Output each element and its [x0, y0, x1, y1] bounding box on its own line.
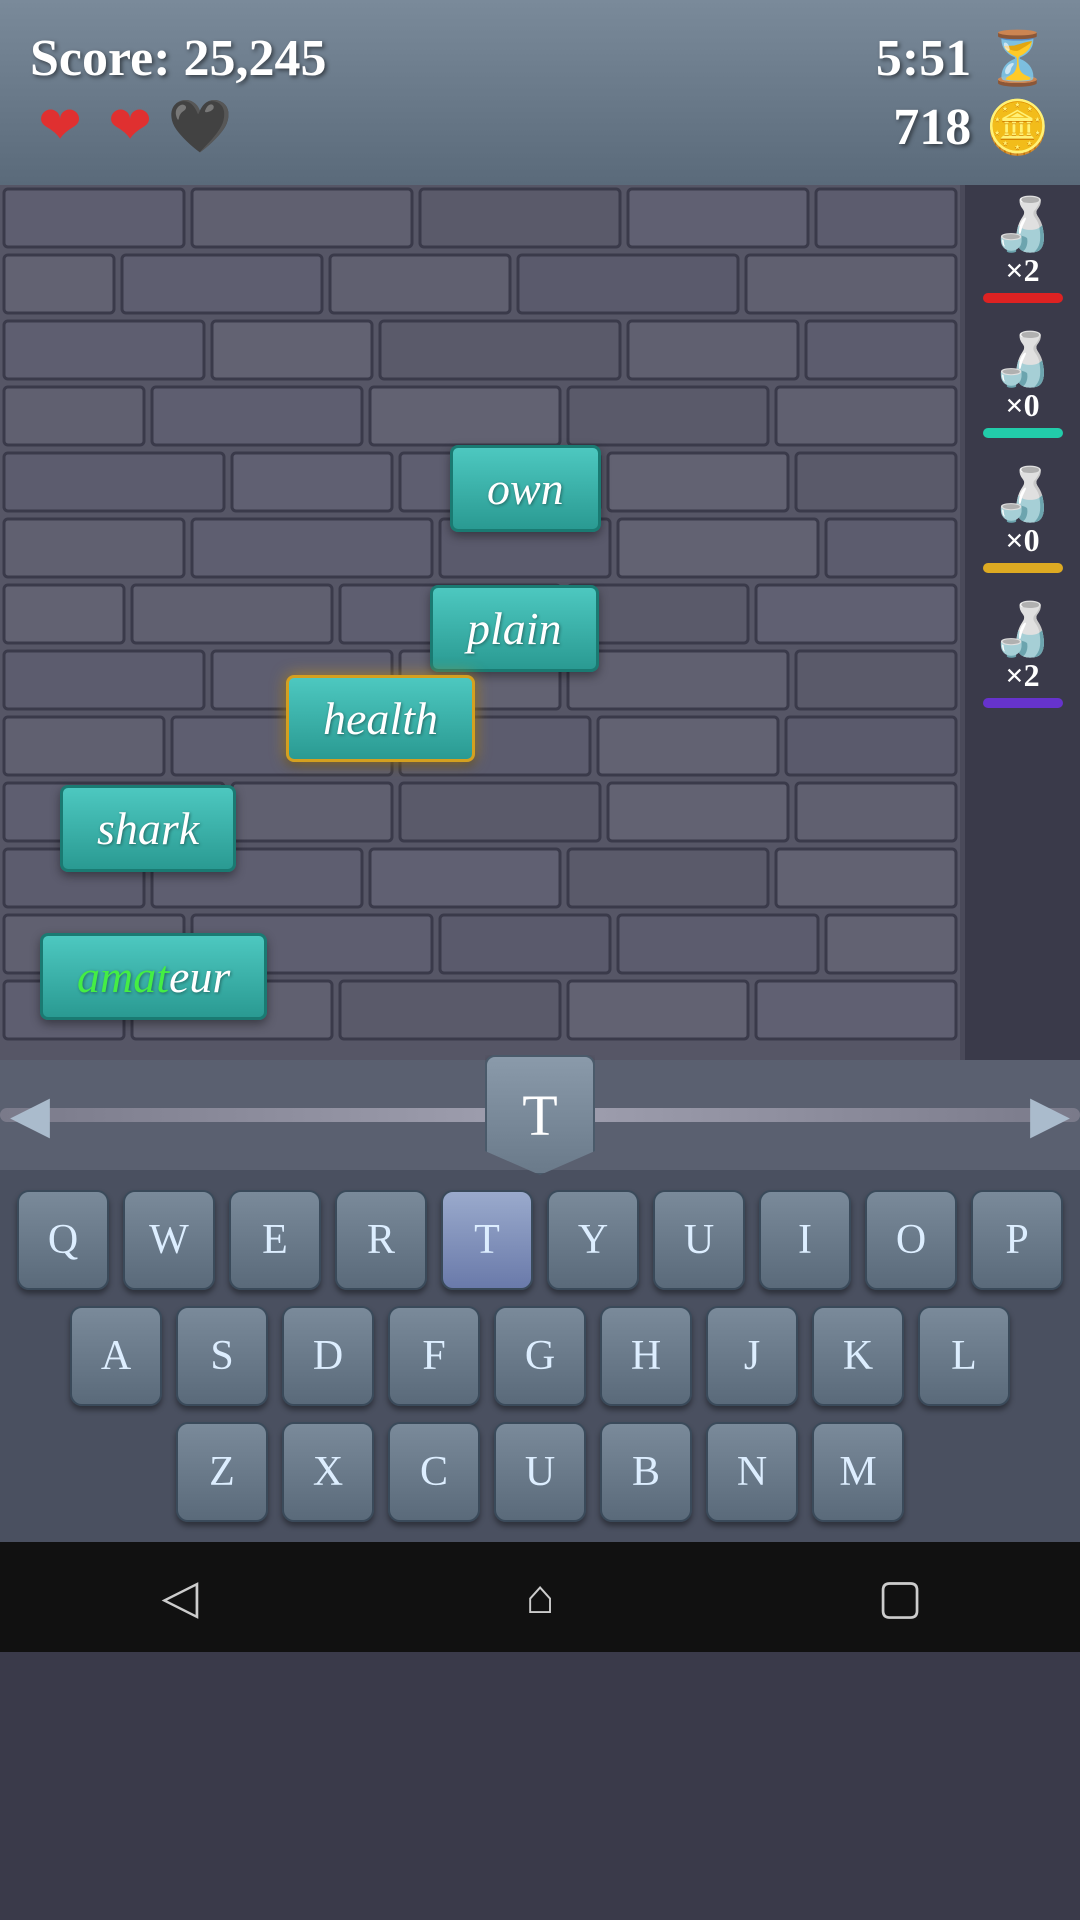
potions-sidebar: 🍶 ×2 🍶 ×0 🍶 ×0 🍶 ×2 — [965, 185, 1080, 1060]
amateur-green-prefix: amat — [77, 951, 169, 1002]
slider-arrow-right[interactable]: ▶ — [1030, 1085, 1070, 1145]
coins-row: 718 🪙 — [893, 97, 1050, 158]
game-area: own plain health shark amateur 🍶 ×2 🍶 ×0 — [0, 185, 1080, 1060]
key-z[interactable]: Z — [176, 1422, 268, 1522]
key-e[interactable]: E — [229, 1190, 321, 1290]
keyboard-row-3: Z X C U B N M — [176, 1422, 904, 1522]
key-y[interactable]: Y — [547, 1190, 639, 1290]
potion-bar-yellow — [983, 563, 1063, 573]
potion-count-teal: ×0 — [1005, 387, 1039, 424]
header-left: Score: 25,245 ❤ ❤ 🖤 — [30, 29, 327, 156]
key-x[interactable]: X — [282, 1422, 374, 1522]
potion-icon-purple: 🍶 — [990, 605, 1055, 657]
key-p[interactable]: P — [971, 1190, 1063, 1290]
keyboard-row-1: Q W E R T Y U I O P — [17, 1190, 1063, 1290]
key-j[interactable]: J — [706, 1306, 798, 1406]
key-u[interactable]: U — [653, 1190, 745, 1290]
nav-bar: ◁ ⌂ ▢ — [0, 1542, 1080, 1652]
lives-row: ❤ ❤ 🖤 — [30, 96, 327, 156]
hourglass-icon: ⏳ — [985, 28, 1050, 89]
potion-icon-red: 🍶 — [990, 200, 1055, 252]
life-2: ❤ — [100, 96, 160, 156]
word-tile-amateur[interactable]: amateur — [40, 933, 267, 1020]
key-q[interactable]: Q — [17, 1190, 109, 1290]
potion-item-red[interactable]: 🍶 ×2 — [965, 195, 1080, 308]
potion-item-yellow[interactable]: 🍶 ×0 — [965, 465, 1080, 578]
key-b[interactable]: B — [600, 1422, 692, 1522]
score-display: Score: 25,245 — [30, 29, 327, 88]
timer-display: 5:51 — [876, 29, 971, 88]
key-k[interactable]: K — [812, 1306, 904, 1406]
coins-display: 718 — [893, 98, 971, 157]
word-tile-own[interactable]: own — [450, 445, 601, 532]
key-r[interactable]: R — [335, 1190, 427, 1290]
keyboard-row-2: A S D F G H J K L — [70, 1306, 1010, 1406]
key-o[interactable]: O — [865, 1190, 957, 1290]
key-g[interactable]: G — [494, 1306, 586, 1406]
keyboard: Q W E R T Y U I O P A S D F G H J K L Z … — [0, 1170, 1080, 1542]
game-header: Score: 25,245 ❤ ❤ 🖤 5:51 ⏳ 718 🪙 — [0, 0, 1080, 185]
key-a[interactable]: A — [70, 1306, 162, 1406]
potion-item-purple[interactable]: 🍶 ×2 — [965, 600, 1080, 713]
coin-icon: 🪙 — [985, 97, 1050, 158]
potion-count-purple: ×2 — [1005, 657, 1039, 694]
current-letter-area: ◀ T ▶ — [0, 1060, 1080, 1170]
nav-back-button[interactable]: ◁ — [130, 1547, 230, 1647]
word-tile-shark[interactable]: shark — [60, 785, 236, 872]
potion-icon-teal: 🍶 — [990, 335, 1055, 387]
key-t[interactable]: T — [441, 1190, 533, 1290]
header-right: 5:51 ⏳ 718 🪙 — [876, 28, 1050, 158]
key-m[interactable]: M — [812, 1422, 904, 1522]
key-l[interactable]: L — [918, 1306, 1010, 1406]
potion-count-red: ×2 — [1005, 252, 1039, 289]
key-n[interactable]: N — [706, 1422, 798, 1522]
nav-recents-button[interactable]: ▢ — [850, 1547, 950, 1647]
potion-item-teal[interactable]: 🍶 ×0 — [965, 330, 1080, 443]
current-letter-tile: T — [485, 1055, 595, 1175]
word-tile-plain[interactable]: plain — [430, 585, 599, 672]
word-tile-health[interactable]: health — [286, 675, 475, 762]
potion-count-yellow: ×0 — [1005, 522, 1039, 559]
key-c[interactable]: C — [388, 1422, 480, 1522]
key-f[interactable]: F — [388, 1306, 480, 1406]
life-1: ❤ — [30, 96, 90, 156]
key-w[interactable]: W — [123, 1190, 215, 1290]
nav-home-button[interactable]: ⌂ — [490, 1547, 590, 1647]
key-u2[interactable]: U — [494, 1422, 586, 1522]
key-d[interactable]: D — [282, 1306, 374, 1406]
key-h[interactable]: H — [600, 1306, 692, 1406]
potion-bar-teal — [983, 428, 1063, 438]
slider-arrow-left[interactable]: ◀ — [10, 1085, 50, 1145]
life-3: 🖤 — [170, 96, 230, 156]
key-i[interactable]: I — [759, 1190, 851, 1290]
key-s[interactable]: S — [176, 1306, 268, 1406]
potion-bar-purple — [983, 698, 1063, 708]
timer-row: 5:51 ⏳ — [876, 28, 1050, 89]
potion-icon-yellow: 🍶 — [990, 470, 1055, 522]
potion-bar-red — [983, 293, 1063, 303]
amateur-white-suffix: eur — [169, 951, 230, 1002]
